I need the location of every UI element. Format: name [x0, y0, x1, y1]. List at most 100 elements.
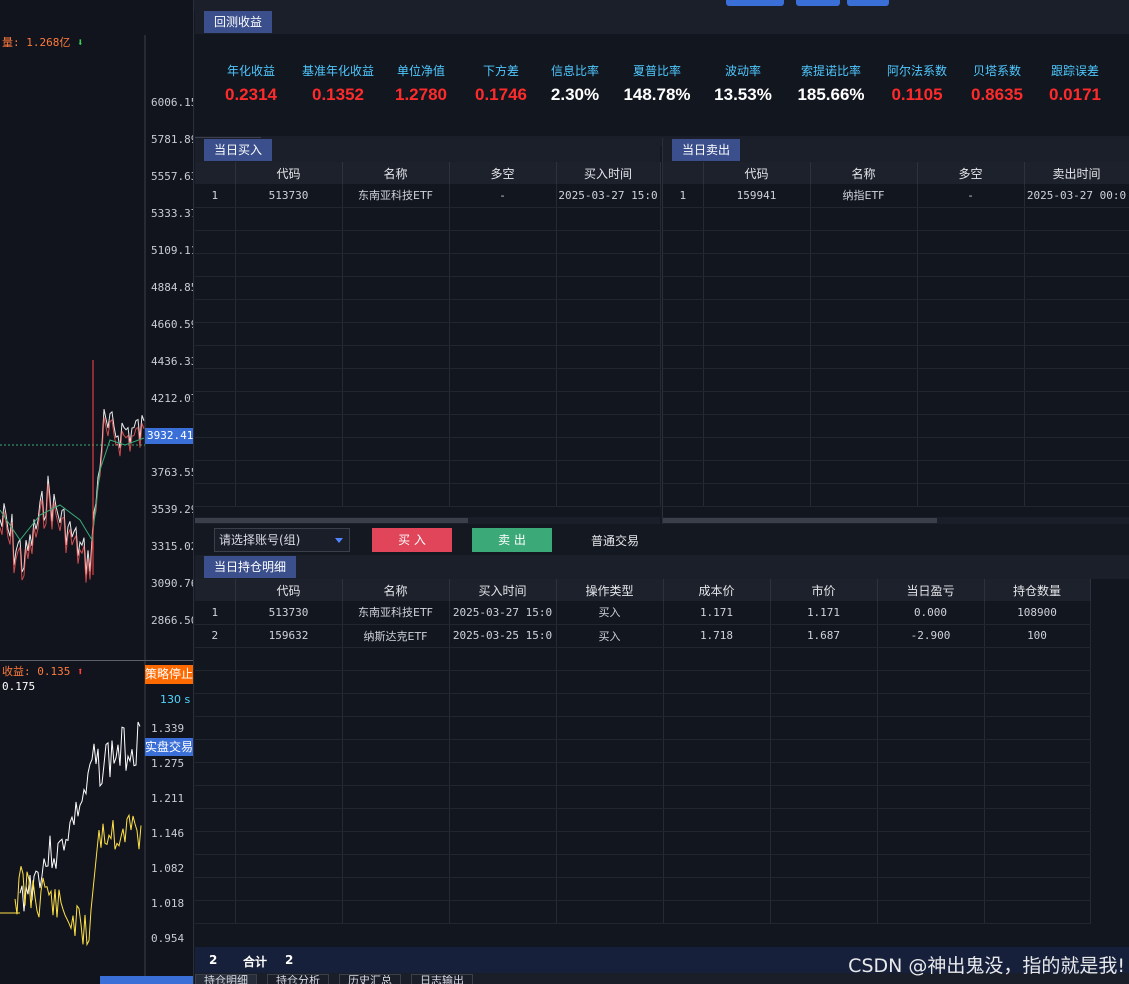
empty-cell	[342, 693, 450, 717]
empty-cell	[235, 345, 343, 369]
table-row[interactable]	[663, 253, 1129, 277]
empty-cell	[556, 877, 664, 901]
table-row[interactable]	[663, 460, 1129, 484]
buy-button[interactable]: 买 入	[372, 528, 452, 552]
scroll-thumb[interactable]	[195, 518, 468, 523]
table-row[interactable]	[663, 299, 1129, 323]
table-row[interactable]	[195, 345, 661, 369]
table-row[interactable]	[195, 647, 1091, 671]
empty-cell	[342, 877, 450, 901]
table-row[interactable]	[663, 207, 1129, 231]
table-row[interactable]	[195, 877, 1091, 901]
col-name[interactable]: 名称	[342, 162, 450, 184]
empty-cell	[342, 253, 450, 277]
strategy-stop-button[interactable]: 策略停止	[145, 665, 193, 684]
table-row[interactable]	[195, 483, 661, 507]
table-row[interactable]	[663, 391, 1129, 415]
table-row[interactable]	[195, 207, 661, 231]
table-row[interactable]	[663, 345, 1129, 369]
empty-cell	[663, 693, 771, 717]
table-row[interactable]	[663, 368, 1129, 392]
table-row[interactable]	[195, 460, 661, 484]
sell-button[interactable]: 卖 出	[472, 528, 552, 552]
live-trade-button[interactable]: 实盘交易	[145, 738, 193, 756]
col-code[interactable]: 代码	[235, 579, 343, 601]
scroll-thumb[interactable]	[663, 518, 937, 523]
table-row[interactable]	[195, 808, 1091, 832]
table-row[interactable]	[663, 230, 1129, 254]
table-row[interactable]	[195, 299, 661, 323]
table-row[interactable]	[663, 437, 1129, 461]
table-row[interactable]	[195, 900, 1091, 924]
table-row[interactable]	[195, 739, 1091, 763]
sell-hscroll[interactable]	[663, 517, 1129, 524]
table-row[interactable]	[195, 831, 1091, 855]
tab-log-output[interactable]: 日志输出	[411, 974, 473, 984]
table-row[interactable]	[195, 322, 661, 346]
table-row[interactable]: 1 513730 东南亚科技ETF 2025-03-27 15:0 买入 1.171 1.1…	[195, 601, 1091, 625]
tab-today-buy[interactable]: 当日买入	[204, 139, 273, 161]
empty-cell	[877, 647, 985, 671]
tab-position-analysis[interactable]: 持仓分析	[267, 974, 329, 984]
table-row[interactable]: 1 159941 纳指ETF -2025-03-27 00:0	[663, 184, 1129, 208]
col-side[interactable]: 多空	[449, 162, 557, 184]
table-row[interactable]	[195, 437, 661, 461]
table-row[interactable]	[663, 276, 1129, 300]
empty-cell	[235, 785, 343, 809]
empty-cell	[663, 900, 771, 924]
metric-0: 年化收益 0.2314	[207, 62, 295, 105]
table-row[interactable]	[195, 368, 661, 392]
metric-1: 基准年化收益 0.1352	[294, 62, 382, 105]
trade-mode[interactable]: 普通交易	[591, 532, 639, 549]
col-cost[interactable]: 成本价	[663, 579, 771, 601]
price-tick: 6006.159	[151, 96, 193, 109]
table-row[interactable]	[195, 414, 661, 438]
table-row[interactable]	[195, 276, 661, 300]
empty-cell	[1024, 483, 1129, 507]
col-time[interactable]: 买入时间	[556, 162, 661, 184]
table-row[interactable]	[195, 762, 1091, 786]
col-op[interactable]: 操作类型	[556, 579, 664, 601]
col-name[interactable]: 名称	[810, 162, 918, 184]
col-time[interactable]: 卖出时间	[1024, 162, 1129, 184]
metric-label: 信息比率	[550, 64, 599, 78]
col-qty[interactable]: 持仓数量	[984, 579, 1091, 601]
table-row[interactable]: 2 159632 纳斯达克ETF 2025-03-25 15:0 买入 1.718 1.68…	[195, 624, 1091, 648]
empty-cell	[556, 762, 664, 786]
col-pnl[interactable]: 当日盈亏	[877, 579, 985, 601]
col-side[interactable]: 多空	[917, 162, 1025, 184]
price-tick: 3090.768	[151, 577, 193, 590]
table-row[interactable]	[195, 716, 1091, 740]
empty-cell	[235, 647, 343, 671]
empty-cell	[663, 368, 704, 392]
table-row[interactable]: 1 513730 东南亚科技ETF -2025-03-27 15:0	[195, 184, 661, 208]
empty-cell	[235, 693, 343, 717]
buy-hscroll[interactable]	[195, 517, 660, 524]
table-row[interactable]	[663, 483, 1129, 507]
tab-history-summary[interactable]: 历史汇总	[339, 974, 401, 984]
col-time[interactable]: 买入时间	[449, 579, 557, 601]
table-row[interactable]	[195, 230, 661, 254]
table-row[interactable]	[195, 785, 1091, 809]
account-select[interactable]: 请选择账号(组)	[214, 528, 350, 552]
tab-backtest[interactable]: 回测收益	[204, 11, 273, 33]
col-code[interactable]: 代码	[703, 162, 811, 184]
table-row[interactable]	[195, 253, 661, 277]
empty-cell	[195, 877, 236, 901]
tab-today-sell[interactable]: 当日卖出	[672, 139, 741, 161]
table-row[interactable]	[663, 414, 1129, 438]
table-row[interactable]	[195, 854, 1091, 878]
col-code[interactable]: 代码	[235, 162, 343, 184]
table-row[interactable]	[195, 391, 661, 415]
tab-positions[interactable]: 当日持仓明细	[204, 556, 297, 578]
empty-cell	[195, 762, 236, 786]
col-price[interactable]: 市价	[770, 579, 878, 601]
table-row[interactable]	[195, 693, 1091, 717]
empty-cell	[195, 670, 236, 694]
volume-label: 量: 1.268亿 ⬇	[2, 36, 84, 49]
col-name[interactable]: 名称	[342, 579, 450, 601]
empty-cell	[195, 414, 236, 438]
table-row[interactable]	[195, 670, 1091, 694]
table-row[interactable]	[663, 322, 1129, 346]
tab-position-detail[interactable]: 持仓明细	[195, 974, 257, 984]
